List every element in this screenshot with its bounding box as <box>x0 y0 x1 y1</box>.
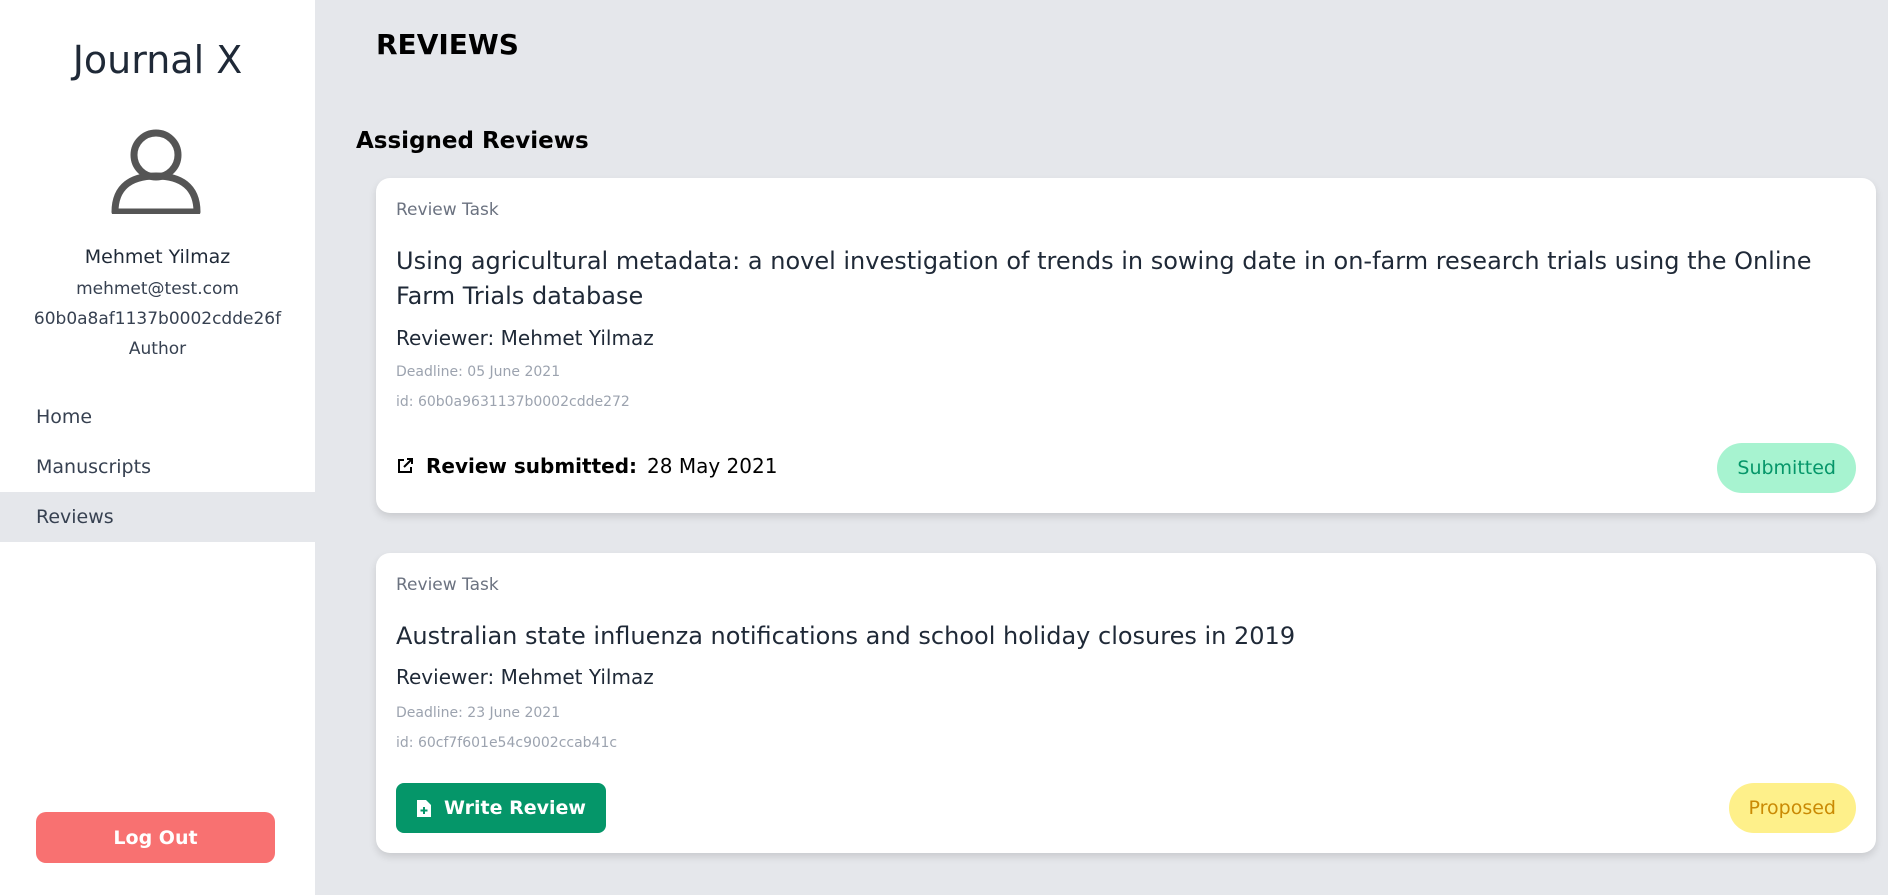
sidebar-item-home[interactable]: Home <box>0 392 315 442</box>
user-name: Mehmet Yilmaz <box>84 246 231 268</box>
review-deadline: Deadline: 05 June 2021 <box>396 364 561 380</box>
write-review-label: Write Review <box>444 797 586 819</box>
review-card: Review Task Australian state influenza n… <box>376 553 1876 853</box>
brand-title: Journal X <box>72 38 243 82</box>
sidebar-nav: Home Manuscripts Reviews <box>0 392 315 542</box>
main-content: REVIEWS Assigned Reviews Review Task Usi… <box>315 0 1888 895</box>
user-avatar-icon <box>111 129 201 214</box>
section-title: Assigned Reviews <box>356 128 589 154</box>
page-title: REVIEWS <box>376 28 519 61</box>
submitted-date: 28 May 2021 <box>647 454 778 478</box>
sidebar-item-reviews[interactable]: Reviews <box>0 492 315 542</box>
task-label: Review Task <box>396 200 499 220</box>
logout-button[interactable]: Log Out <box>36 812 275 863</box>
user-id: 60b0a8af1137b0002cdde26f <box>33 309 282 329</box>
review-card: Review Task Using agricultural metadata:… <box>376 178 1876 513</box>
submitted-label: Review submitted: <box>426 454 638 478</box>
status-badge: Proposed <box>1728 783 1856 833</box>
review-submitted-row: Review submitted: 28 May 2021 <box>396 454 777 478</box>
review-title: Using agricultural metadata: a novel inv… <box>396 247 1812 310</box>
sidebar: Journal X Mehmet Yilmaz mehmet@test.com … <box>0 0 315 895</box>
review-deadline: Deadline: 23 June 2021 <box>396 705 561 721</box>
write-review-button[interactable]: Write Review <box>396 783 606 833</box>
external-link-icon[interactable] <box>396 457 414 475</box>
reviewer-name: Reviewer: Mehmet Yilmaz <box>396 665 654 689</box>
review-id: id: 60b0a9631137b0002cdde272 <box>396 394 630 410</box>
status-badge: Submitted <box>1717 443 1856 493</box>
review-id: id: 60cf7f601e54c9002ccab41c <box>396 735 618 751</box>
app-root: Journal X Mehmet Yilmaz mehmet@test.com … <box>0 0 1888 895</box>
user-info: Mehmet Yilmaz mehmet@test.com 60b0a8af11… <box>0 244 315 364</box>
user-role: Author <box>128 339 187 359</box>
reviewer-name: Reviewer: Mehmet Yilmaz <box>396 326 654 350</box>
document-plus-icon <box>417 799 431 817</box>
sidebar-item-manuscripts[interactable]: Manuscripts <box>0 442 315 492</box>
review-title: Australian state influenza notifications… <box>396 622 1296 650</box>
user-email: mehmet@test.com <box>76 279 239 299</box>
task-label: Review Task <box>396 575 499 595</box>
